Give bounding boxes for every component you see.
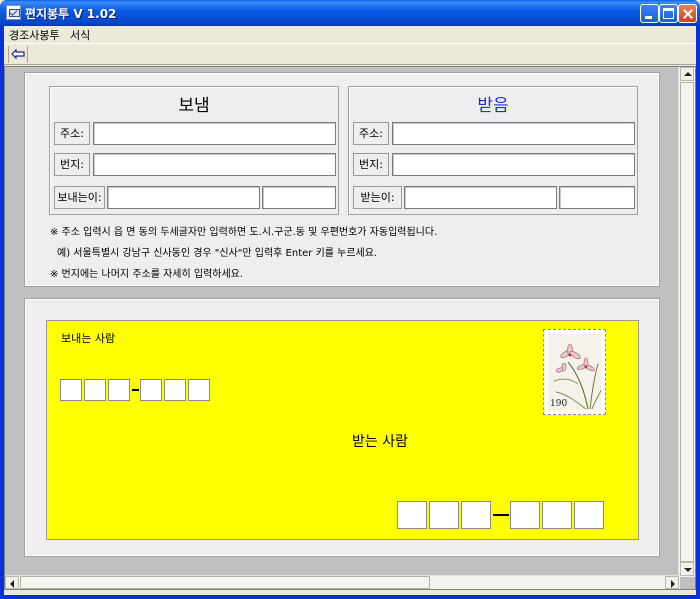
- sender-detail-label: 번지:: [54, 153, 90, 176]
- horizontal-scroll-thumb[interactable]: [20, 576, 430, 589]
- address-input-panel: 보냄 주소: 번지: 보내는이: 받음 주소: 번지: 받는이: ※ 주소 입력…: [24, 72, 660, 287]
- envelope-app-icon: [6, 5, 21, 20]
- scroll-down-button[interactable]: [680, 562, 694, 576]
- receiver-address-input[interactable]: [392, 122, 635, 145]
- scroll-up-button[interactable]: [680, 67, 694, 81]
- sender-zip-dash: [132, 389, 139, 391]
- receiver-detail-label: 번지:: [353, 153, 389, 176]
- sender-zip-box: [60, 379, 82, 401]
- minimize-button[interactable]: [640, 4, 659, 23]
- receiver-zip-box: [397, 501, 427, 529]
- scroll-right-button[interactable]: [665, 576, 679, 589]
- menu-item-format[interactable]: 서식: [70, 27, 90, 43]
- sender-address-input[interactable]: [93, 122, 336, 145]
- envelope-preview: 보내는 사람 받는 사람 190: [46, 320, 639, 540]
- receiver-name-extra-input[interactable]: [559, 186, 635, 209]
- receiver-name-input[interactable]: [404, 186, 557, 209]
- orchid-stamp-icon: 190: [550, 343, 602, 410]
- envelope-preview-panel: 보내는 사람 받는 사람 190: [24, 298, 660, 557]
- menu-item-condolence-envelope[interactable]: 경조사봉투: [9, 27, 60, 43]
- envelope-receiver-label: 받는 사람: [352, 434, 408, 450]
- help-note-address: ※ 주소 입력시 읍 면 동의 두세글자만 입력하면 도.시.구군.동 및 우편…: [50, 227, 438, 238]
- receiver-zip-box: [574, 501, 604, 529]
- app-window: 편지봉투 V 1.02 경조사봉투 서식 보냄 주소: 번지: 보내는이: 받음…: [0, 0, 700, 599]
- postage-stamp: 190: [543, 329, 606, 415]
- vertical-scroll-thumb[interactable]: [680, 82, 694, 562]
- help-note-detail: ※ 번지에는 나머지 주소를 자세히 입력하세요.: [50, 269, 244, 280]
- sender-zip-box: [84, 379, 106, 401]
- envelope-sender-label: 보내는 사람: [61, 332, 116, 345]
- vertical-scrollbar[interactable]: [678, 67, 695, 577]
- menu-bar: 경조사봉투 서식: [4, 26, 696, 42]
- scroll-viewport: 보냄 주소: 번지: 보내는이: 받음 주소: 번지: 받는이: ※ 주소 입력…: [4, 66, 696, 590]
- back-button[interactable]: [8, 46, 28, 63]
- stamp-value: 190: [550, 399, 567, 409]
- receiver-zip-box: [510, 501, 540, 529]
- sender-name-extra-input[interactable]: [262, 186, 336, 209]
- receiver-address-label: 주소:: [353, 122, 389, 145]
- sender-address-label: 주소:: [54, 122, 90, 145]
- back-arrow-icon: [11, 49, 25, 59]
- sender-zip-box: [188, 379, 210, 401]
- help-note-example: 예) 서울특별시 강남구 신사동인 경우 "신사"만 입력후 Enter 키를 …: [57, 248, 378, 259]
- receiver-zip-box: [461, 501, 491, 529]
- sender-zip-box: [164, 379, 186, 401]
- receiver-zip-dash: [493, 514, 509, 516]
- title-bar[interactable]: 편지봉투 V 1.02: [0, 0, 700, 26]
- sender-name-label: 보내는이:: [54, 186, 105, 209]
- window-title: 편지봉투 V 1.02: [25, 7, 117, 21]
- receiver-detail-input[interactable]: [392, 153, 635, 176]
- sender-detail-input[interactable]: [93, 153, 336, 176]
- receiver-group: 받음 주소: 번지: 받는이:: [348, 86, 638, 215]
- sender-zip-box: [140, 379, 162, 401]
- client-area: 경조사봉투 서식 보냄 주소: 번지: 보내는이: 받음 주소: 번지: 받는이…: [4, 26, 696, 595]
- receiver-name-label: 받는이:: [353, 186, 402, 209]
- receiver-title: 받음: [477, 96, 509, 116]
- maximize-button[interactable]: [659, 4, 678, 23]
- horizontal-scrollbar[interactable]: [5, 575, 680, 589]
- sender-title: 보냄: [178, 96, 210, 116]
- sender-zip-box: [108, 379, 130, 401]
- close-button[interactable]: [678, 4, 697, 23]
- receiver-zip-box: [429, 501, 459, 529]
- toolbar: [4, 43, 696, 65]
- sender-group: 보냄 주소: 번지: 보내는이:: [49, 86, 339, 215]
- scroll-left-button[interactable]: [5, 576, 19, 589]
- receiver-zip-box: [542, 501, 572, 529]
- sender-name-input[interactable]: [107, 186, 260, 209]
